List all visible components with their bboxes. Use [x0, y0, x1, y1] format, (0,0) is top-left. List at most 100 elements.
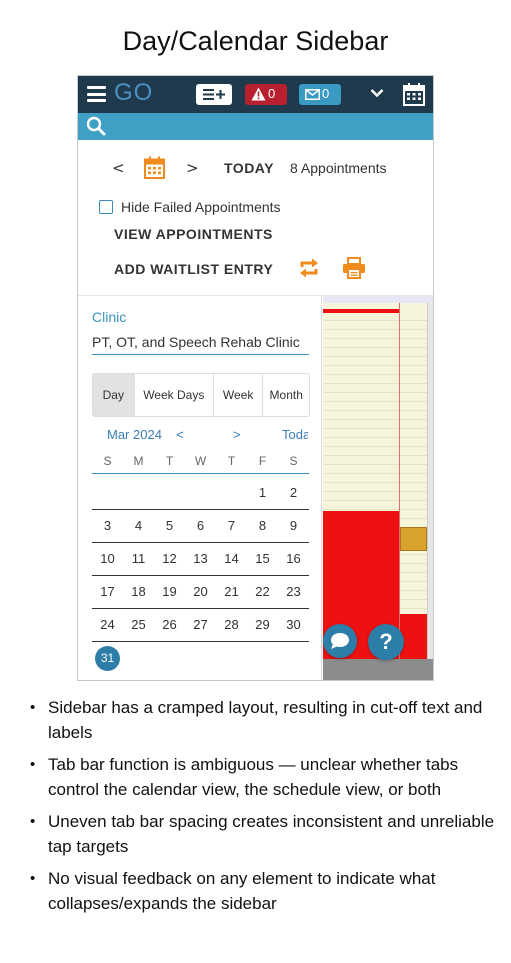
- calendar-week-row: 12: [92, 477, 309, 510]
- menu-icon[interactable]: [87, 86, 106, 102]
- calendar-day[interactable]: 16: [278, 543, 309, 575]
- weekday-header: S M T W T F S: [92, 454, 309, 474]
- schedule-grid-line: [323, 473, 427, 474]
- bullet: •: [30, 699, 36, 716]
- calendar-day[interactable]: 10: [92, 543, 123, 575]
- chevron-down-icon[interactable]: [370, 88, 384, 98]
- next-day-button[interactable]: >: [186, 159, 199, 177]
- previous-day-button[interactable]: <: [112, 159, 125, 177]
- hide-failed-checkbox[interactable]: [99, 200, 113, 214]
- calendar-day[interactable]: 28: [216, 609, 247, 641]
- notes-list: • Sidebar has a cramped layout, resulting…: [30, 695, 500, 923]
- schedule-grid-line: [323, 464, 427, 465]
- calendar-empty-cell: [123, 642, 154, 675]
- weekday-label: M: [133, 454, 144, 468]
- weekday-label: S: [103, 454, 112, 468]
- calendar-day[interactable]: 2: [278, 477, 309, 509]
- calendar-day[interactable]: 1: [247, 477, 278, 509]
- calendar-day[interactable]: 22: [247, 576, 278, 608]
- calendar-day[interactable]: 4: [123, 510, 154, 542]
- blocked-time-block: [400, 614, 427, 659]
- blocked-time-block: [323, 309, 399, 313]
- schedule-grid-line: [323, 383, 427, 384]
- calendar-day[interactable]: 6: [185, 510, 216, 542]
- calendar-day[interactable]: 7: [216, 510, 247, 542]
- calendar-month-label: Mar 2024: [107, 427, 162, 442]
- chat-button[interactable]: [323, 624, 357, 658]
- schedule-grid-line: [323, 491, 427, 492]
- schedule-grid-line: [323, 338, 427, 339]
- page-title: Day/Calendar Sidebar: [122, 26, 389, 56]
- calendar-week-row: 10 11 12 13 14 15 16: [92, 543, 309, 576]
- calendar-day[interactable]: 26: [154, 609, 185, 641]
- alert-count: 0: [268, 86, 276, 101]
- print-icon[interactable]: [342, 257, 366, 279]
- schedule-grid-line: [323, 446, 427, 447]
- calendar-day[interactable]: 15: [247, 543, 278, 575]
- note-text: Uneven tab bar spacing creates inconsist…: [48, 812, 495, 856]
- calendar-empty-cell: [216, 642, 247, 675]
- app-logo[interactable]: GO: [114, 79, 153, 107]
- calendar-day[interactable]: 21: [216, 576, 247, 608]
- tab-week-days[interactable]: Week Days: [135, 374, 214, 416]
- schedule-grid-line: [323, 320, 427, 321]
- calendar-today-button[interactable]: Today: [282, 427, 308, 442]
- calendar-prev-month-button[interactable]: <: [176, 427, 184, 442]
- search-icon[interactable]: [86, 116, 106, 136]
- calendar-week-row: 31: [92, 642, 309, 675]
- messages-button[interactable]: 0: [299, 84, 341, 105]
- calendar-day[interactable]: 27: [185, 609, 216, 641]
- calendar-day[interactable]: 25: [123, 609, 154, 641]
- add-waitlist-button[interactable]: ADD WAITLIST ENTRY: [114, 261, 273, 277]
- note-item: • Sidebar has a cramped layout, resulting…: [30, 695, 500, 745]
- calendar-day[interactable]: 8: [247, 510, 278, 542]
- add-list-button[interactable]: [196, 84, 232, 105]
- clinic-select[interactable]: PT, OT, and Speech Rehab Clinic: [92, 334, 309, 355]
- date-picker-icon[interactable]: [144, 156, 165, 179]
- schedule-grid-line: [323, 329, 427, 330]
- calendar-day[interactable]: 20: [185, 576, 216, 608]
- calendar-day[interactable]: 13: [185, 543, 216, 575]
- search-bar[interactable]: [78, 113, 433, 140]
- calendar-day[interactable]: 12: [154, 543, 185, 575]
- tab-day[interactable]: Day: [93, 374, 135, 416]
- calendar-day[interactable]: 17: [92, 576, 123, 608]
- calendar-day[interactable]: 29: [247, 609, 278, 641]
- calendar-day[interactable]: 14: [216, 543, 247, 575]
- schedule-grid-line: [323, 392, 427, 393]
- calendar-day[interactable]: 30: [278, 609, 309, 641]
- calendar-empty-cell: [123, 477, 154, 509]
- calendar-week-row: 24 25 26 27 28 29 30: [92, 609, 309, 642]
- schedule-grid-line: [323, 482, 427, 483]
- schedule-footer: [323, 659, 433, 680]
- appointment-block[interactable]: [400, 527, 427, 551]
- schedule-grid-line: [323, 365, 427, 366]
- calendar-next-month-button[interactable]: >: [233, 427, 241, 442]
- note-text: Sidebar has a cramped layout, resulting …: [48, 698, 483, 742]
- calendar-day[interactable]: 31: [92, 642, 123, 675]
- help-button[interactable]: ?: [368, 624, 404, 660]
- calendar-day[interactable]: 19: [154, 576, 185, 608]
- schedule-grid-line: [323, 428, 427, 429]
- calendar-icon[interactable]: [403, 82, 425, 106]
- schedule-scrollbar[interactable]: [427, 303, 433, 680]
- calendar-day[interactable]: 11: [123, 543, 154, 575]
- refresh-icon[interactable]: [298, 257, 320, 279]
- schedule-grid-line: [323, 437, 427, 438]
- calendar-empty-cell: [154, 477, 185, 509]
- calendar-day[interactable]: 9: [278, 510, 309, 542]
- hide-failed-toggle[interactable]: Hide Failed Appointments: [99, 199, 281, 215]
- calendar-day[interactable]: 18: [123, 576, 154, 608]
- today-button[interactable]: TODAY: [224, 160, 274, 176]
- alerts-button[interactable]: 0: [245, 84, 287, 105]
- calendar-day[interactable]: 5: [154, 510, 185, 542]
- calendar-day[interactable]: 24: [92, 609, 123, 641]
- calendar-day[interactable]: 3: [92, 510, 123, 542]
- tab-week[interactable]: Week: [214, 374, 264, 416]
- calendar-day[interactable]: 23: [278, 576, 309, 608]
- schedule-grid-line: [323, 500, 427, 501]
- selected-day-badge[interactable]: 31: [95, 646, 120, 671]
- tab-month[interactable]: Month: [263, 374, 309, 416]
- weekday-label: T: [165, 454, 174, 468]
- view-appointments-button[interactable]: VIEW APPOINTMENTS: [114, 226, 273, 242]
